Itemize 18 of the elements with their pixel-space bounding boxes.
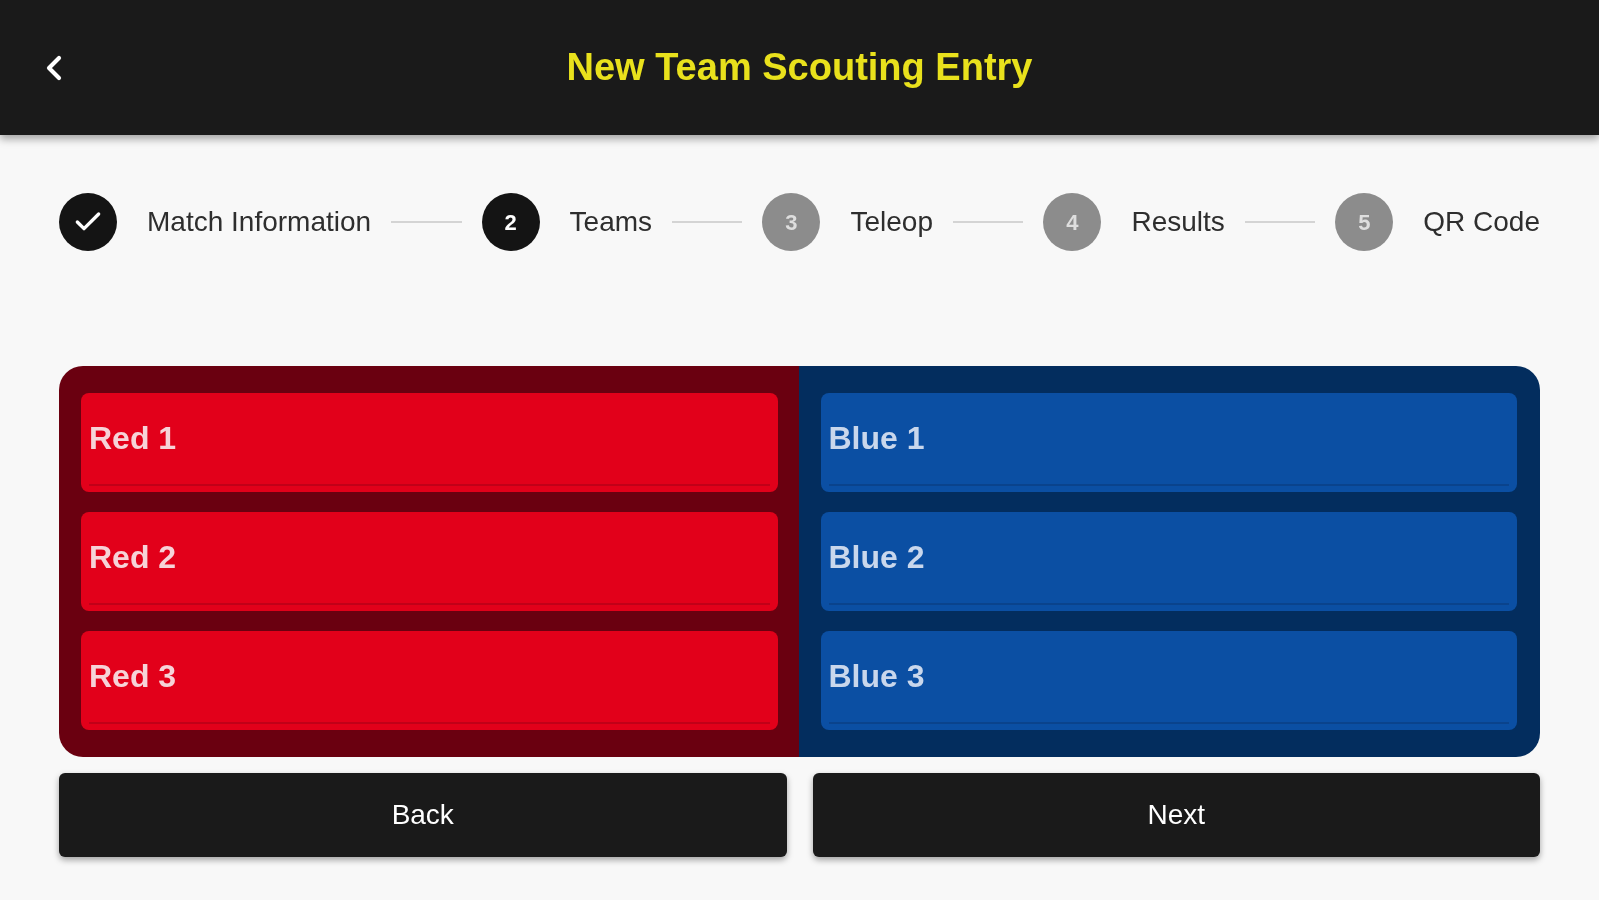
- step-label: Results: [1131, 205, 1225, 239]
- step-label: Match Information: [147, 205, 372, 239]
- step-label: QR Code: [1423, 205, 1540, 239]
- step-number-badge: 3: [762, 193, 821, 251]
- step-number-badge: 2: [481, 193, 540, 251]
- next-button[interactable]: Next: [812, 773, 1540, 857]
- team-input-field[interactable]: Red 2: [81, 512, 778, 611]
- team-input-field[interactable]: Blue 2: [820, 512, 1517, 611]
- step-label: Teams: [569, 205, 653, 239]
- page-title: New Team Scouting Entry: [566, 45, 1033, 90]
- step-number-badge: 4: [1043, 193, 1102, 251]
- team-input-field[interactable]: Blue 1: [820, 393, 1517, 492]
- step-label: Teleop: [850, 205, 933, 239]
- step-number-badge: 5: [1335, 193, 1394, 251]
- back-button[interactable]: Back: [59, 773, 787, 857]
- team-input-field[interactable]: Red 3: [81, 631, 778, 730]
- team-input-field[interactable]: Blue 3: [820, 631, 1517, 730]
- team-input-field[interactable]: Red 1: [81, 393, 778, 492]
